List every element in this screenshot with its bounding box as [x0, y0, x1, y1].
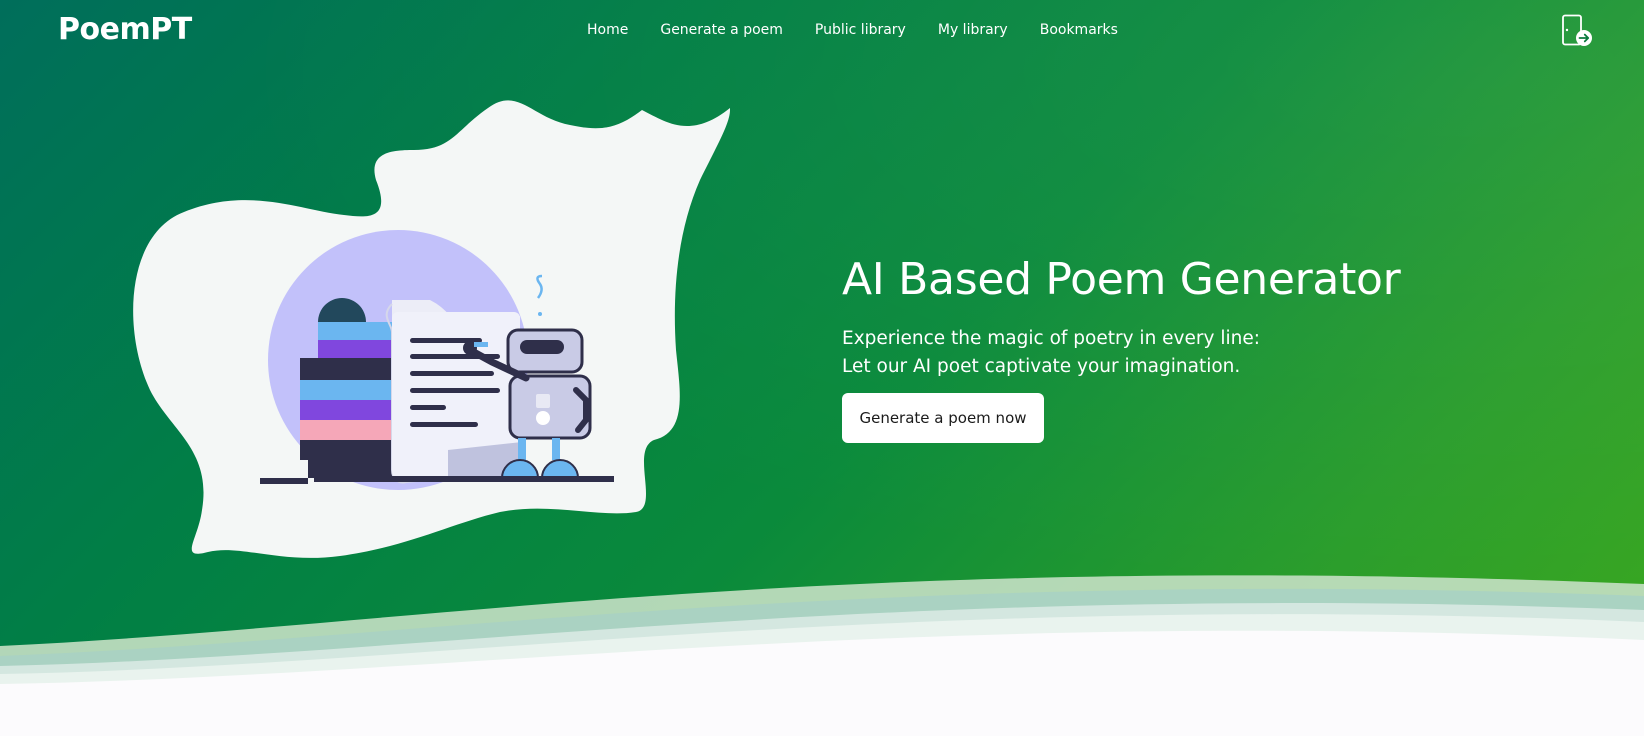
nav-item-public-library[interactable]: Public library: [815, 22, 906, 38]
brand-logo[interactable]: PoemPT: [58, 12, 192, 47]
hero-title: AI Based Poem Generator: [842, 254, 1401, 305]
nav-item-my-library[interactable]: My library: [938, 22, 1008, 38]
page: PoemPT Home Generate a poem Public libra…: [0, 0, 1644, 736]
nav-item-bookmarks[interactable]: Bookmarks: [1040, 22, 1118, 38]
main-nav: Home Generate a poem Public library My l…: [587, 22, 1150, 38]
nav-item-home[interactable]: Home: [587, 22, 628, 38]
poem-scroll-icon: [385, 300, 522, 484]
illustration-ground: [260, 478, 308, 484]
robot-writing-poem-illustration: [133, 100, 730, 558]
hero-subtitle-line-2: Let our AI poet captivate your imaginati…: [842, 356, 1241, 377]
generate-poem-now-button[interactable]: Generate a poem now: [842, 393, 1044, 443]
hero-subtitle-line-1: Experience the magic of poetry in every …: [842, 328, 1260, 349]
nav-item-generate-a-poem[interactable]: Generate a poem: [660, 22, 783, 38]
hero-subtitle: Experience the magic of poetry in every …: [842, 325, 1260, 381]
door-enter-icon[interactable]: [1560, 14, 1594, 48]
